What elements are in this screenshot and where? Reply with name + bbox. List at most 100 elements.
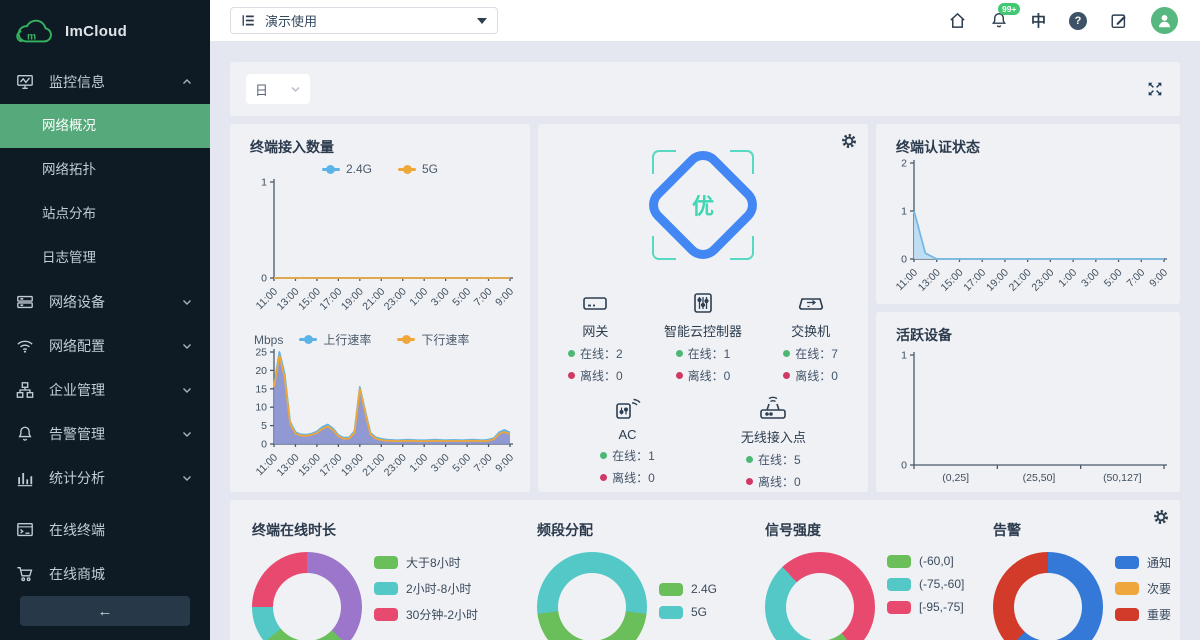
sidebar-item-network-config[interactable]: 网络配置 xyxy=(0,324,210,368)
donut-legend: (-60,0] (-75,-60] [-95,-75] xyxy=(887,554,964,623)
sidebar-nav: 监控信息 网络概况 网络拓扑 站点分布 日志管理 网络设备 xyxy=(0,60,210,596)
org-selector-dropdown[interactable]: 演示使用 xyxy=(230,7,498,34)
legend-label: 通知 xyxy=(1147,554,1171,571)
svg-text:0: 0 xyxy=(261,273,267,285)
svg-text:13:00: 13:00 xyxy=(916,267,943,294)
help-icon[interactable]: ? xyxy=(1069,12,1087,30)
sidebar-item-network-topology[interactable]: 网络拓扑 xyxy=(0,148,210,192)
rate-chart-legend: 上行速率 下行速率 xyxy=(299,331,469,348)
legend-item[interactable]: 通知 xyxy=(1115,554,1171,571)
device-name: 网关 xyxy=(582,321,608,340)
legend-item[interactable]: 2.4G xyxy=(322,162,372,176)
alarm-donut[interactable] xyxy=(993,552,1103,640)
sidebar-item-online-mall[interactable]: 在线商城 xyxy=(0,552,210,596)
svg-text:19:00: 19:00 xyxy=(339,286,366,313)
legend-item[interactable]: 上行速率 xyxy=(299,331,371,348)
active-devices-chart[interactable]: 01(0,25](25,50](50,127] xyxy=(886,345,1180,496)
svg-text:20: 20 xyxy=(255,365,267,377)
legend-swatch-icon xyxy=(1115,608,1139,621)
svg-text:21:00: 21:00 xyxy=(1007,267,1034,294)
bar-chart-icon xyxy=(16,469,36,487)
section-title: 频段分配 xyxy=(537,520,743,540)
sidebar-item-log-management[interactable]: 日志管理 xyxy=(0,236,210,280)
period-selector-dropdown[interactable]: 日 xyxy=(246,74,310,104)
legend-item[interactable]: 5G xyxy=(398,162,438,176)
active-devices-card: 活跃设备 01(0,25](25,50](50,127] xyxy=(876,312,1180,492)
chevron-down-icon xyxy=(182,342,192,350)
svg-text:5:00: 5:00 xyxy=(1102,267,1125,290)
legend-marker-icon xyxy=(322,168,340,171)
band-allocation-donut[interactable] xyxy=(537,552,647,640)
online-dot xyxy=(568,350,575,357)
legend-item[interactable]: [-95,-75] xyxy=(887,600,964,614)
svg-text:3:00: 3:00 xyxy=(1079,267,1102,290)
sidebar-item-enterprise-management[interactable]: 企业管理 xyxy=(0,368,210,412)
settings-gear-icon[interactable] xyxy=(1153,509,1169,525)
legend-item[interactable]: (-60,0] xyxy=(887,554,964,568)
legend-swatch-icon xyxy=(1115,556,1139,569)
section-title: 告警 xyxy=(993,520,1180,540)
legend-swatch-icon xyxy=(374,556,398,569)
legend-marker-icon xyxy=(398,168,416,171)
legend-item[interactable]: 次要 xyxy=(1115,580,1171,597)
svg-text:9:00: 9:00 xyxy=(493,286,516,309)
sidebar-item-label: 在线终端 xyxy=(49,520,105,540)
switch-icon xyxy=(797,290,825,316)
home-icon[interactable] xyxy=(948,11,967,30)
legend-item[interactable]: 重要 xyxy=(1115,606,1171,623)
settings-gear-icon[interactable] xyxy=(841,133,857,149)
band-allocation-section: 频段分配 2.4G 5G xyxy=(515,520,743,640)
wireless-ap-icon xyxy=(756,396,790,422)
app-logo[interactable]: m ImCloud xyxy=(0,0,210,60)
sidebar-item-network-overview[interactable]: 网络概况 xyxy=(0,104,210,148)
legend-item[interactable]: 大于8小时 xyxy=(374,554,478,571)
svg-text:21:00: 21:00 xyxy=(360,452,387,479)
signal-strength-donut[interactable] xyxy=(765,552,875,640)
sidebar-item-network-devices[interactable]: 网络设备 xyxy=(0,280,210,324)
svg-text:1: 1 xyxy=(901,206,907,218)
sidebar-item-statistics[interactable]: 统计分析 xyxy=(0,456,210,500)
svg-text:(50,127]: (50,127] xyxy=(1103,472,1142,484)
legend-marker-icon xyxy=(397,338,415,341)
offline-count: 离线：0 xyxy=(580,367,623,384)
corner-bracket-icon xyxy=(652,236,676,260)
legend-item[interactable]: 下行速率 xyxy=(397,331,469,348)
notifications-bell-icon[interactable]: 99+ xyxy=(990,11,1008,30)
section-title: 信号强度 xyxy=(765,520,971,540)
sidebar-item-online-terminals[interactable]: 在线终端 xyxy=(0,508,210,552)
feedback-edit-icon[interactable] xyxy=(1110,12,1128,30)
svg-text:9:00: 9:00 xyxy=(1147,267,1170,290)
donut-hole xyxy=(1014,573,1082,640)
terminal-auth-chart[interactable]: 01211:0013:0015:0017:0019:0021:0023:001:… xyxy=(886,157,1180,308)
alarm-section: 告警 通知次要重要 xyxy=(971,520,1180,640)
legend-label: 30分钟-2小时 xyxy=(406,606,478,623)
terminal-access-card: 终端接入数量 2.4G5G 0111:0013:0015:0017:0019:0… xyxy=(230,124,530,492)
fullscreen-icon[interactable] xyxy=(1146,80,1164,98)
device-name: 智能云控制器 xyxy=(664,321,742,340)
sidebar-item-alarm-management[interactable]: 告警管理 xyxy=(0,412,210,456)
online-duration-donut[interactable] xyxy=(252,552,362,640)
sidebar-item-site-distribution[interactable]: 站点分布 xyxy=(0,192,210,236)
legend-item[interactable]: (-75,-60] xyxy=(887,577,964,591)
dashboard-toolbar: 日 xyxy=(230,62,1180,116)
bell-icon xyxy=(16,425,36,443)
svg-text:1:00: 1:00 xyxy=(407,452,430,475)
donut-legend: 大于8小时 2小时-8小时 30分钟-2小时 xyxy=(374,554,478,632)
traffic-rate-chart[interactable]: 051015202511:0013:0015:0017:0019:0021:00… xyxy=(240,348,530,493)
legend-item[interactable]: 5G xyxy=(659,605,717,619)
device-status-switch: 交换机 在线：7 离线：0 xyxy=(783,290,838,384)
legend-label: (-60,0] xyxy=(919,554,954,568)
legend-swatch-icon xyxy=(887,555,911,568)
corner-bracket-icon xyxy=(730,150,754,174)
legend-item[interactable]: 2小时-8小时 xyxy=(374,580,478,597)
terminal-access-chart[interactable]: 0111:0013:0015:0017:0019:0021:0023:001:0… xyxy=(240,176,530,329)
legend-item[interactable]: 2.4G xyxy=(659,582,717,596)
sidebar-collapse-button[interactable]: ← xyxy=(20,596,190,626)
device-status-row: AC 在线：1 离线：0 无线接入点 在线：5 xyxy=(538,396,868,490)
sidebar-item-monitor-info[interactable]: 监控信息 xyxy=(0,60,210,104)
language-switch-icon[interactable]: 中 xyxy=(1031,10,1046,31)
user-avatar[interactable] xyxy=(1151,7,1178,34)
svg-text:11:00: 11:00 xyxy=(894,267,921,294)
svg-text:15:00: 15:00 xyxy=(296,452,323,479)
legend-item[interactable]: 30分钟-2小时 xyxy=(374,606,478,623)
